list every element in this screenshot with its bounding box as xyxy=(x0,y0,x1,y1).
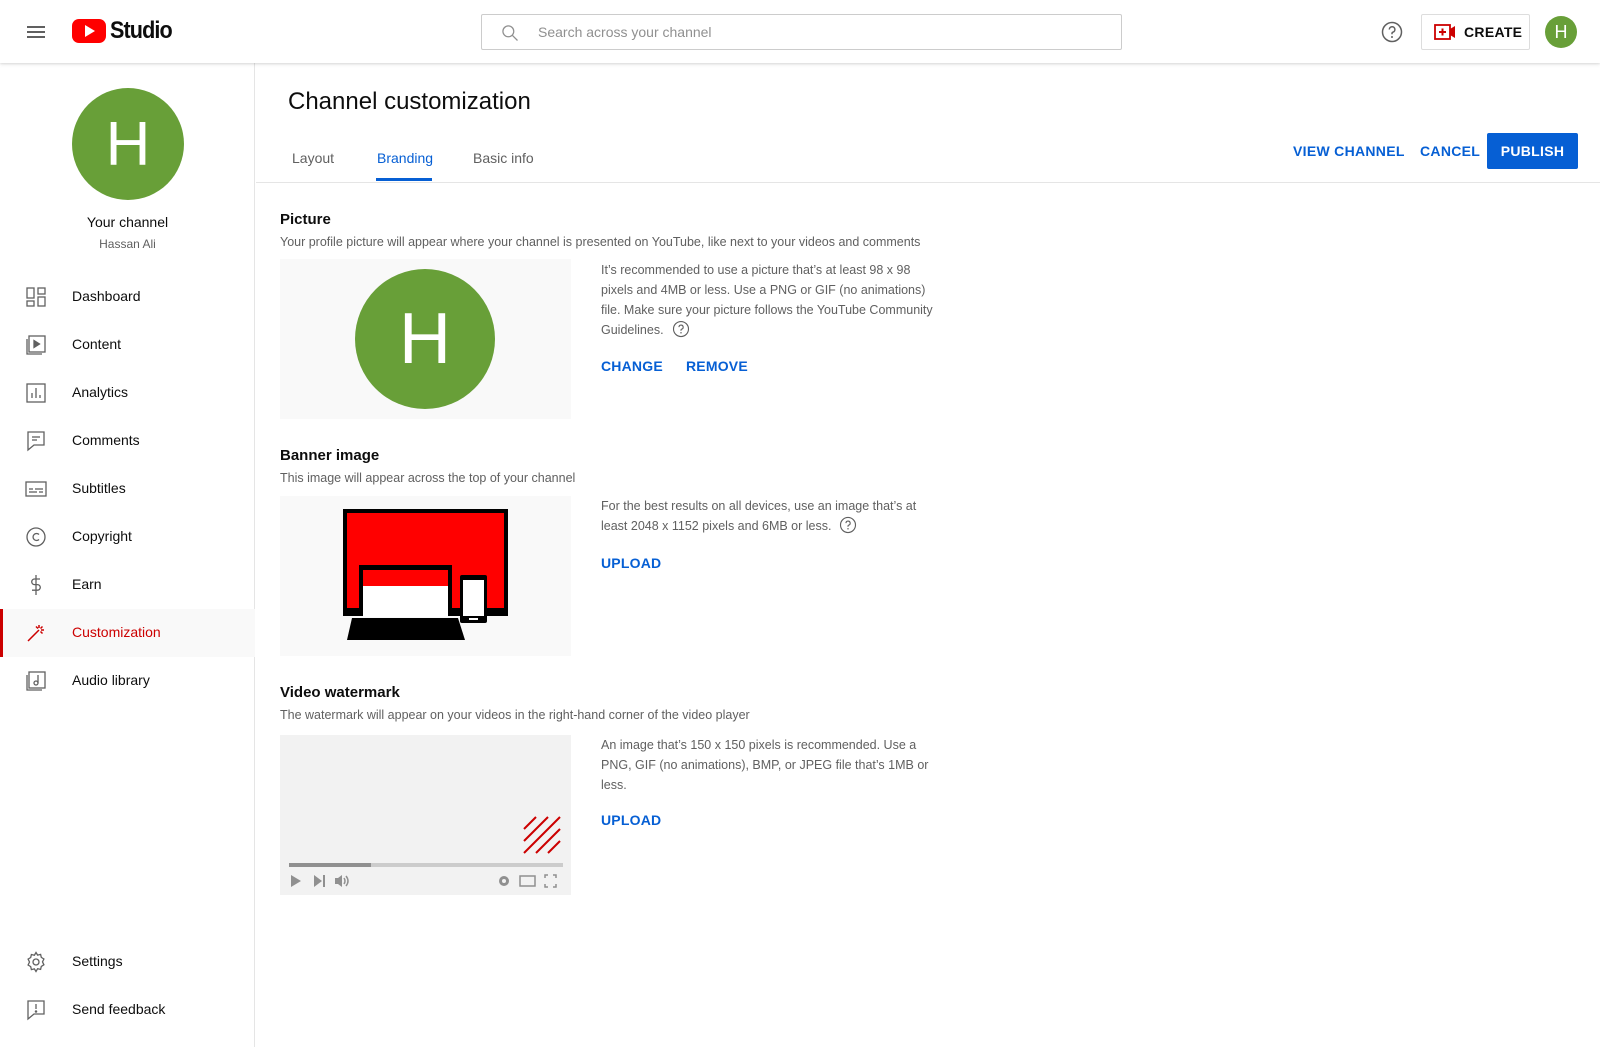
next-icon xyxy=(314,875,325,887)
theater-mode-icon xyxy=(519,875,536,887)
sidebar-item-dashboard[interactable]: Dashboard xyxy=(0,273,255,321)
youtube-logo-icon xyxy=(72,19,106,43)
sidebar-item-send-feedback[interactable]: Send feedback xyxy=(0,986,255,1034)
comments-icon xyxy=(27,431,45,452)
sidebar-item-label: Customization xyxy=(72,624,161,640)
channel-name: Hassan Ali xyxy=(99,237,156,251)
cancel-button[interactable]: CANCEL xyxy=(1420,143,1480,159)
watermark-preview xyxy=(280,735,571,895)
search-icon[interactable] xyxy=(500,23,520,43)
feedback-icon xyxy=(27,1000,45,1021)
video-player-illustration xyxy=(289,816,563,888)
picture-info-text: It’s recommended to use a picture that’s… xyxy=(601,263,933,337)
earn-icon xyxy=(31,575,41,595)
sidebar-item-subtitles[interactable]: Subtitles xyxy=(0,465,255,513)
tab-basic-info[interactable]: Basic info xyxy=(473,150,534,166)
settings-icon xyxy=(499,876,509,886)
sidebar-item-label: Earn xyxy=(72,576,102,592)
banner-devices-illustration xyxy=(343,509,508,640)
watermark-info-text: An image that’s 150 x 150 pixels is reco… xyxy=(601,738,929,792)
active-tab-indicator xyxy=(376,178,432,181)
remove-picture-button[interactable]: REMOVE xyxy=(686,358,748,374)
help-icon[interactable] xyxy=(839,516,857,534)
customization-icon xyxy=(27,625,44,642)
sidebar-item-label: Audio library xyxy=(72,672,150,688)
logo-text: Studio xyxy=(110,17,173,44)
change-picture-button[interactable]: CHANGE xyxy=(601,358,663,374)
sidebar-item-comments[interactable]: Comments xyxy=(0,417,255,465)
volume-icon xyxy=(335,875,349,887)
picture-info: It’s recommended to use a picture that’s… xyxy=(601,260,936,340)
watermark-section-description: The watermark will appear on your videos… xyxy=(280,708,750,722)
tabs-divider xyxy=(256,182,1600,183)
sidebar-item-customization[interactable]: Customization xyxy=(0,609,255,657)
sidebar-item-settings[interactable]: Settings xyxy=(0,938,255,986)
menu-icon[interactable] xyxy=(24,20,48,44)
sidebar-item-label: Subtitles xyxy=(72,480,126,496)
page-title: Channel customization xyxy=(288,88,531,115)
dashboard-icon xyxy=(26,287,46,307)
sidebar-item-content[interactable]: Content xyxy=(0,321,255,369)
subtitles-icon xyxy=(25,481,47,497)
fullscreen-icon xyxy=(544,874,557,888)
upload-banner-button[interactable]: UPLOAD xyxy=(601,555,661,571)
play-icon xyxy=(291,875,301,887)
banner-preview xyxy=(280,496,571,656)
create-label: CREATE xyxy=(1464,24,1523,40)
picture-section-description: Your profile picture will appear where y… xyxy=(280,235,921,249)
create-video-icon xyxy=(1434,24,1455,40)
progress-bar-fill xyxy=(289,863,371,867)
search-input[interactable] xyxy=(538,15,1098,49)
picture-section-title: Picture xyxy=(280,211,331,228)
sidebar-item-label: Send feedback xyxy=(72,1001,166,1017)
profile-picture: H xyxy=(355,269,495,409)
sidebar-item-audio-library[interactable]: Audio library xyxy=(0,657,255,705)
sidebar-item-label: Dashboard xyxy=(72,288,141,304)
top-header: Studio CREATE H xyxy=(0,0,1600,63)
search-bar xyxy=(481,14,1122,50)
account-avatar[interactable]: H xyxy=(1545,16,1577,48)
watermark-info: An image that’s 150 x 150 pixels is reco… xyxy=(601,735,936,795)
banner-info: For the best results on all devices, use… xyxy=(601,496,936,536)
sidebar-item-copyright[interactable]: Copyright xyxy=(0,513,255,561)
sidebar-item-label: Content xyxy=(72,336,122,352)
sidebar-item-analytics[interactable]: Analytics xyxy=(0,369,255,417)
content-icon xyxy=(26,335,46,355)
audio-library-icon xyxy=(26,671,46,691)
picture-preview: H xyxy=(280,259,571,419)
publish-button[interactable]: PUBLISH xyxy=(1487,133,1578,169)
banner-section-title: Banner image xyxy=(280,447,380,464)
sidebar-item-label: Analytics xyxy=(72,384,129,400)
help-icon[interactable] xyxy=(672,320,690,338)
upload-watermark-button[interactable]: UPLOAD xyxy=(601,812,661,828)
watermark-placeholder-icon xyxy=(523,816,561,854)
sidebar: H Your channel Hassan Ali Dashboard Cont… xyxy=(0,63,255,1047)
your-channel-label: Your channel xyxy=(86,214,169,230)
sidebar-item-label: Copyright xyxy=(72,528,132,544)
copyright-icon xyxy=(26,527,46,547)
sidebar-item-label: Settings xyxy=(72,953,123,969)
sidebar-item-earn[interactable]: Earn xyxy=(0,561,255,609)
create-button[interactable]: CREATE xyxy=(1421,14,1530,50)
sidebar-item-label: Comments xyxy=(72,432,140,448)
tab-branding[interactable]: Branding xyxy=(377,150,433,166)
analytics-icon xyxy=(26,383,46,403)
tab-layout[interactable]: Layout xyxy=(292,150,334,166)
banner-info-text: For the best results on all devices, use… xyxy=(601,499,917,533)
studio-logo[interactable]: Studio xyxy=(72,17,179,44)
view-channel-button[interactable]: VIEW CHANNEL xyxy=(1293,143,1405,159)
help-icon[interactable] xyxy=(1380,20,1404,44)
watermark-section-title: Video watermark xyxy=(280,684,400,701)
settings-icon xyxy=(27,951,45,973)
channel-avatar[interactable]: H xyxy=(72,88,184,200)
banner-section-description: This image will appear across the top of… xyxy=(280,471,576,485)
